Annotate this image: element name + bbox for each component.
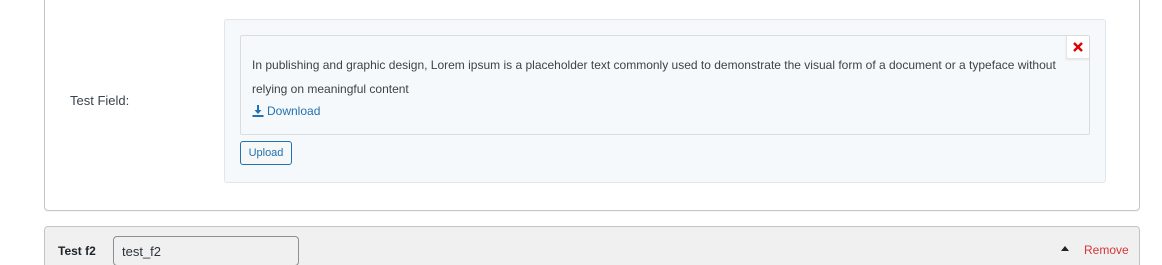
close-icon [1073,42,1083,52]
repeater-row-header: Test f2 Remove [44,226,1140,265]
file-item: In publishing and graphic design, Lorem … [240,35,1090,135]
field-label: Test Field: [70,93,130,108]
remove-file-button[interactable] [1066,36,1089,59]
remove-row-link[interactable]: Remove [1084,243,1129,257]
download-link[interactable]: Download [252,104,320,118]
file-description: In publishing and graphic design, Lorem … [252,58,1056,96]
download-icon [252,105,264,117]
download-label: Download [267,104,321,118]
row-title: Test f2 [58,244,96,258]
page: Test Field: In publishing and graphic de… [0,0,1162,265]
caret-up-icon[interactable] [1061,246,1069,251]
row-name-input[interactable] [113,236,299,265]
upload-button[interactable]: Upload [240,141,292,165]
